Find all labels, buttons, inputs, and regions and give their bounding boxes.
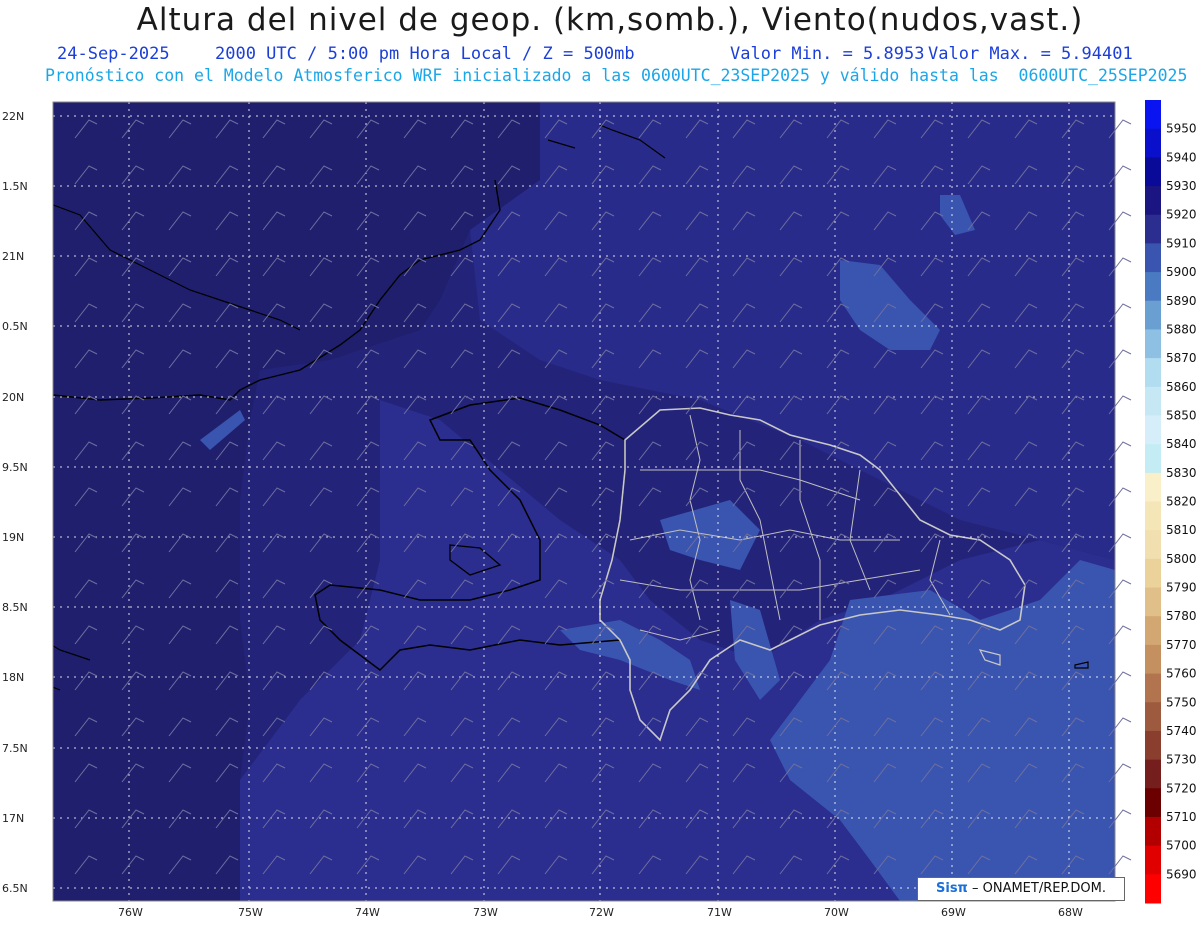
colorbar-swatch [1145, 472, 1161, 502]
lat-label: 19N [2, 531, 24, 544]
lat-label: 7.5N [2, 742, 28, 755]
colorbar-swatch [1145, 444, 1161, 474]
lon-label: 75W [238, 906, 263, 919]
colorbar-label: 5790 [1166, 581, 1197, 595]
colorbar-label: 5840 [1166, 437, 1197, 451]
colorbar-label: 5950 [1166, 122, 1197, 136]
latitude-labels: 22N 1.5N 21N 0.5N 20N 9.5N 19N 8.5N 18N … [2, 110, 28, 895]
colorbar-swatch [1145, 702, 1161, 732]
colorbar-swatch [1145, 816, 1161, 847]
colorbar-label: 5890 [1166, 294, 1197, 308]
colorbar-swatch [1145, 157, 1161, 187]
colorbar-label: 5770 [1166, 638, 1197, 652]
colorbar-swatch [1145, 300, 1161, 330]
colorbar-swatch [1145, 214, 1161, 244]
lat-label: 1.5N [2, 180, 28, 193]
colorbar-swatch [1145, 358, 1161, 388]
lon-label: 72W [589, 906, 614, 919]
colorbar-swatch [1145, 845, 1161, 875]
colorbar-label: 5920 [1166, 208, 1197, 222]
colorbar-label: 5860 [1166, 380, 1197, 394]
longitude-labels: 76W 75W 74W 73W 72W 71W 70W 69W 68W [118, 906, 1083, 919]
colorbar-swatch [1145, 730, 1161, 761]
lat-label: 8.5N [2, 601, 28, 614]
colorbar-label: 5810 [1166, 523, 1197, 537]
lat-label: 18N [2, 671, 24, 684]
colorbar-swatch [1145, 128, 1161, 158]
lat-label: 20N [2, 391, 24, 404]
lat-label: 21N [2, 250, 24, 263]
colorbar-label: 5710 [1166, 810, 1197, 824]
colorbar-label: 5900 [1166, 265, 1197, 279]
colorbar-swatch [1145, 759, 1161, 789]
lat-label: 9.5N [2, 461, 28, 474]
sispi-logo: Sisπ [936, 881, 968, 896]
lon-label: 70W [824, 906, 849, 919]
colorbar-swatch [1145, 587, 1161, 617]
colorbar-label: 5880 [1166, 322, 1197, 336]
colorbar-label: 5930 [1166, 179, 1197, 193]
colorbar-label: 5760 [1166, 667, 1197, 681]
lon-label: 69W [941, 906, 966, 919]
lat-label: 0.5N [2, 320, 28, 333]
lon-label: 74W [355, 906, 380, 919]
colorbar: 5950 5940 5930 5920 5910 5900 5890 5880 5870 5860… [1145, 100, 1197, 904]
colorbar-label: 5730 [1166, 753, 1197, 767]
colorbar-swatch [1145, 874, 1161, 904]
colorbar-swatch [1145, 616, 1161, 646]
colorbar-swatch [1145, 788, 1161, 818]
colorbar-label: 5750 [1166, 695, 1197, 709]
credit-text: – ONAMET/REP.DOM. [967, 881, 1106, 896]
lat-label: 6.5N [2, 882, 28, 895]
colorbar-label: 5700 [1166, 839, 1197, 853]
lon-label: 71W [707, 906, 732, 919]
colorbar-label: 5870 [1166, 351, 1197, 365]
colorbar-swatch [1145, 386, 1161, 416]
colorbar-swatch [1145, 644, 1161, 675]
colorbar-swatch [1145, 186, 1161, 216]
colorbar-label: 5780 [1166, 609, 1197, 623]
colorbar-label: 5740 [1166, 724, 1197, 738]
colorbar-label: 5720 [1166, 781, 1197, 795]
lat-label: 22N [2, 110, 24, 123]
lon-label: 68W [1058, 906, 1083, 919]
colorbar-swatch [1145, 530, 1161, 560]
colorbar-swatch [1145, 558, 1161, 589]
colorbar-swatch [1145, 272, 1161, 302]
colorbar-label: 5820 [1166, 495, 1197, 509]
credit-box: Sisπ – ONAMET/REP.DOM. [917, 877, 1125, 901]
colorbar-swatch [1145, 501, 1161, 531]
colorbar-swatch [1145, 243, 1161, 273]
geopotential-map: 22N 1.5N 21N 0.5N 20N 9.5N 19N 8.5N 18N … [2, 100, 1197, 919]
colorbar-swatch [1145, 415, 1161, 445]
lat-label: 17N [2, 812, 24, 825]
colorbar-label: 5690 [1166, 867, 1197, 881]
colorbar-label: 5850 [1166, 408, 1197, 422]
lon-label: 73W [473, 906, 498, 919]
colorbar-label: 5800 [1166, 552, 1197, 566]
lon-label: 76W [118, 906, 143, 919]
colorbar-label: 5830 [1166, 466, 1197, 480]
colorbar-swatch [1145, 100, 1161, 130]
colorbar-label: 5940 [1166, 150, 1197, 164]
colorbar-swatch [1145, 673, 1161, 703]
colorbar-swatch [1145, 329, 1161, 359]
colorbar-label: 5910 [1166, 236, 1197, 250]
